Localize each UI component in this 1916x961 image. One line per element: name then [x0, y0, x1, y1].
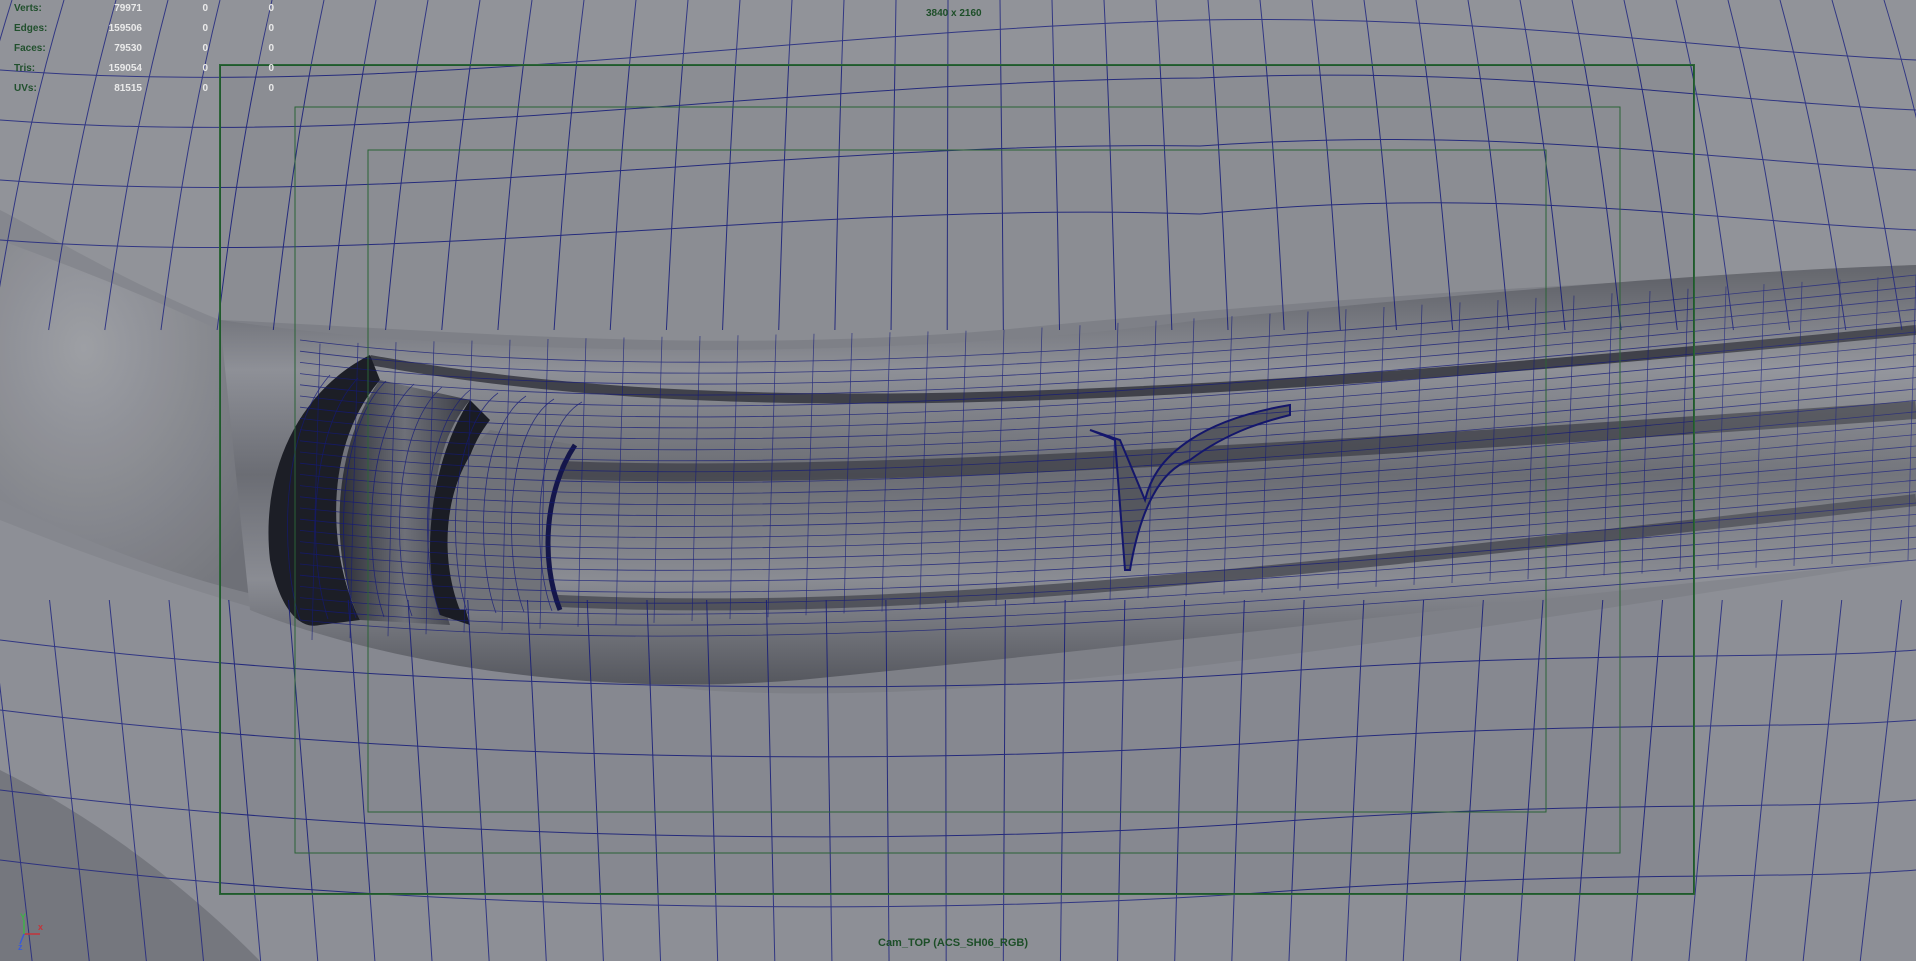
camera-name-label: Cam_TOP (ACS_SH06_RGB)	[878, 937, 1028, 949]
stat-row: Edges: 159506 0 0	[14, 23, 274, 43]
stat-row: UVs: 81515 0 0	[14, 83, 274, 103]
resolution-label: 3840 x 2160	[926, 8, 982, 19]
stat-value: 159054	[108, 63, 142, 74]
stat-row: Verts: 79971 0 0	[14, 3, 274, 23]
stat-value: 0	[268, 43, 274, 54]
stat-label: Verts:	[14, 3, 42, 14]
stat-value: 0	[202, 3, 208, 14]
stat-value: 159506	[108, 23, 142, 34]
maya-viewport[interactable]: Verts: 79971 0 0 Edges: 159506 0 0 Faces: 79530 0 0…	[0, 0, 1916, 961]
stat-value: 79971	[114, 3, 142, 14]
wireframe-scene[interactable]	[0, 0, 1916, 961]
stat-value: 0	[202, 83, 208, 94]
stat-value: 79530	[114, 43, 142, 54]
y-axis-label: Y	[20, 912, 27, 922]
stat-value: 81515	[114, 83, 142, 94]
poly-count-hud: Verts: 79971 0 0 Edges: 159506 0 0 Faces: 79530 0 0…	[14, 3, 274, 103]
stat-value: 0	[202, 43, 208, 54]
stat-value: 0	[268, 23, 274, 34]
z-axis-label: z	[18, 942, 23, 952]
axis-gizmo: Y x z	[14, 912, 54, 952]
stat-label: Faces:	[14, 43, 46, 54]
stat-row: Tris: 159054 0 0	[14, 63, 274, 83]
stat-value: 0	[268, 3, 274, 14]
stat-value: 0	[268, 83, 274, 94]
x-axis-label: x	[38, 922, 44, 932]
stat-label: Edges:	[14, 23, 48, 34]
stat-label: Tris:	[14, 63, 36, 74]
stat-value: 0	[268, 63, 274, 74]
stat-value: 0	[202, 63, 208, 74]
stat-label: UVs:	[14, 83, 37, 94]
stat-value: 0	[202, 23, 208, 34]
stat-row: Faces: 79530 0 0	[14, 43, 274, 63]
